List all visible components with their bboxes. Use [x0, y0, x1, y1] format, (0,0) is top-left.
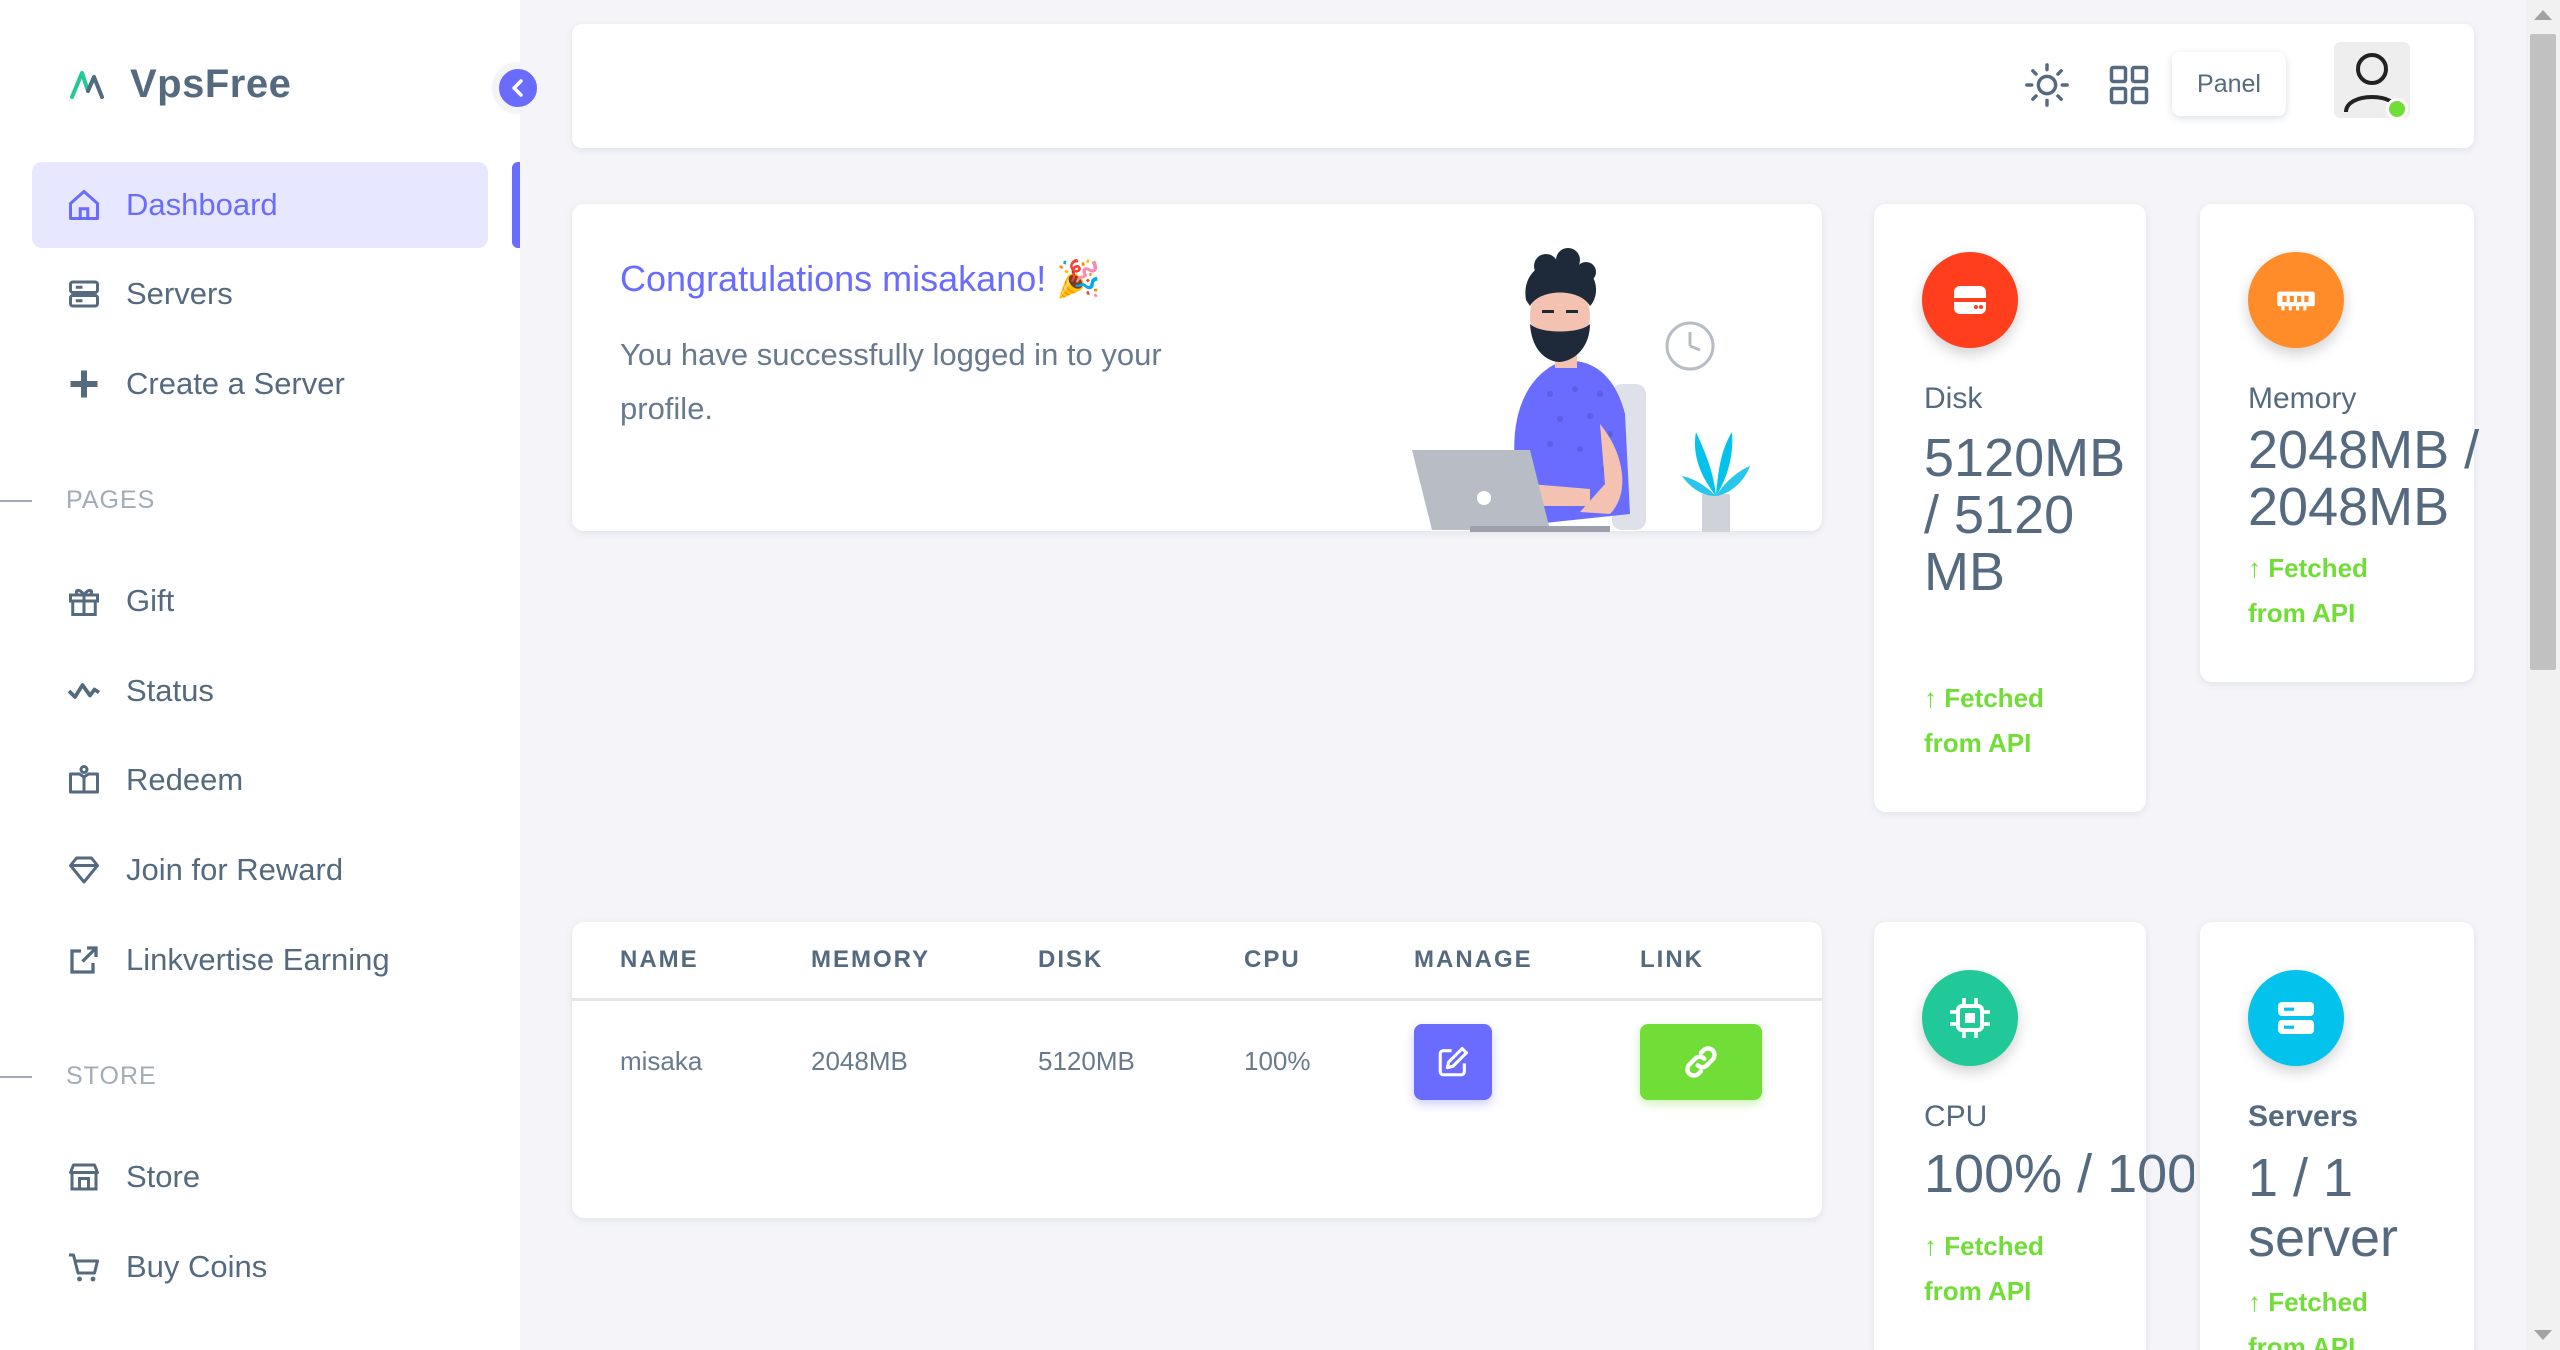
- sidebar-item-redeem[interactable]: Redeem: [32, 737, 488, 823]
- sidebar-item-label: Join for Reward: [126, 852, 344, 887]
- diamond-icon: [69, 856, 99, 884]
- sidebar-item-join-for-reward[interactable]: Join for Reward: [32, 827, 488, 913]
- sidebar-item-create-server[interactable]: Create a Server: [32, 341, 488, 427]
- sidebar-item-linkvertise-earning[interactable]: Linkvertise Earning: [32, 917, 488, 1003]
- home-icon: [69, 190, 99, 220]
- hdd-icon: [1954, 286, 1986, 314]
- theme-toggle-sun-icon[interactable]: [2024, 62, 2070, 108]
- sidebar-item-store[interactable]: Store: [32, 1134, 488, 1220]
- sidebar-item-label: Buy Coins: [126, 1249, 268, 1284]
- table-header-divider: [572, 998, 1822, 1001]
- brand-name: VpsFree: [130, 62, 292, 106]
- servers-icon-badge: [2248, 970, 2344, 1066]
- external-link-icon: [70, 946, 98, 974]
- apps-grid-icon[interactable]: [2108, 64, 2150, 106]
- disk-fetched-note: ↑ Fetched from API: [1924, 683, 2044, 758]
- sidebar-item-gift[interactable]: Gift: [32, 558, 488, 644]
- header-dash: [0, 1075, 32, 1078]
- table-header-name: NAME: [620, 946, 699, 973]
- servers-value: 1 / 1 server: [2248, 1148, 2399, 1268]
- plus-icon: [70, 370, 98, 398]
- active-indicator: [512, 162, 520, 248]
- sidebar-item-status[interactable]: Status: [32, 648, 488, 734]
- server-icon: [69, 280, 99, 308]
- servers-table-card: [572, 922, 1822, 1218]
- server-stack-icon: [2278, 1002, 2314, 1034]
- server-link-button[interactable]: [1640, 1024, 1762, 1100]
- store-icon: [69, 1163, 99, 1191]
- sidebar-item-dashboard[interactable]: Dashboard: [32, 162, 488, 248]
- sidebar-item-label: Dashboard: [126, 187, 278, 222]
- online-status-dot: [2386, 98, 2408, 120]
- memory-value: 2048MB / 2048MB: [2248, 420, 2480, 537]
- chevron-left-icon: [512, 79, 523, 97]
- cart-icon: [69, 1253, 99, 1282]
- man-with-laptop-illustration: [1412, 248, 1750, 532]
- store-header: STORE: [0, 1062, 157, 1091]
- table-cell-memory: 2048MB: [811, 1046, 908, 1076]
- cpu-icon-badge: [1922, 970, 2018, 1066]
- scroll-up-arrow-icon[interactable]: [2534, 10, 2552, 20]
- table-header-cpu: CPU: [1244, 946, 1301, 973]
- disk-value: 5120MB / 5120 MB: [1924, 428, 2126, 602]
- pages-header: PAGES: [0, 486, 155, 515]
- servers-fetched-note: ↑ Fetched from API: [2248, 1287, 2368, 1350]
- page-scrollbar-thumb[interactable]: [2530, 34, 2556, 670]
- sidebar-item-label: Linkvertise Earning: [126, 942, 390, 977]
- sidebar-item-label: Servers: [126, 276, 233, 311]
- cpu-value: 100% / 100%: [1924, 1146, 2194, 1203]
- store-header-label: STORE: [66, 1062, 157, 1090]
- memory-chip-icon: [2277, 291, 2315, 311]
- disk-label: Disk: [1924, 382, 1983, 415]
- panel-button[interactable]: Panel: [2172, 52, 2286, 116]
- sidebar-item-buy-coins[interactable]: Buy Coins: [32, 1224, 488, 1310]
- brand[interactable]: VpsFree: [68, 62, 291, 107]
- manage-server-button[interactable]: [1414, 1024, 1492, 1100]
- table-cell-cpu: 100%: [1244, 1046, 1311, 1076]
- servers-label: Servers: [2248, 1100, 2359, 1133]
- welcome-text: You have successfully logged in to your …: [620, 337, 1162, 426]
- pulse-icon: [67, 683, 101, 699]
- book-icon: [69, 765, 99, 794]
- table-header-link: LINK: [1640, 946, 1704, 973]
- memory-label: Memory: [2248, 382, 2357, 415]
- sidebar-item-label: Create a Server: [126, 366, 345, 401]
- disk-icon-badge: [1922, 252, 2018, 348]
- link-icon: [1685, 1046, 1717, 1078]
- pages-header-label: PAGES: [66, 486, 156, 514]
- header-dash: [0, 499, 32, 502]
- welcome-title: Congratulations misakano! 🎉: [620, 258, 1102, 299]
- table-header-manage: MANAGE: [1414, 946, 1533, 973]
- sidebar-item-servers[interactable]: Servers: [32, 251, 488, 337]
- sidebar-collapse-button[interactable]: [492, 62, 544, 114]
- memory-fetched-note: ↑ Fetched from API: [2248, 553, 2368, 628]
- cpu-fetched-note: ↑ Fetched from API: [1924, 1231, 2044, 1306]
- sidebar-item-label: Redeem: [126, 762, 244, 797]
- sidebar-item-label: Gift: [126, 583, 175, 618]
- sidebar-item-label: Status: [126, 673, 214, 708]
- cpu-chip-icon: [1950, 998, 1990, 1038]
- table-header-disk: DISK: [1038, 946, 1104, 973]
- table-cell-disk: 5120MB: [1038, 1046, 1135, 1076]
- memory-icon-badge: [2248, 252, 2344, 348]
- edit-icon: [1438, 1046, 1469, 1077]
- sidebar-item-label: Store: [126, 1159, 201, 1194]
- scroll-down-arrow-icon[interactable]: [2534, 1330, 2552, 1340]
- gift-icon: [69, 589, 99, 616]
- brand-logo-icon: [70, 70, 104, 99]
- cpu-label: CPU: [1924, 1100, 1988, 1133]
- table-header-memory: MEMORY: [811, 946, 931, 973]
- table-cell-name: misaka: [620, 1046, 703, 1076]
